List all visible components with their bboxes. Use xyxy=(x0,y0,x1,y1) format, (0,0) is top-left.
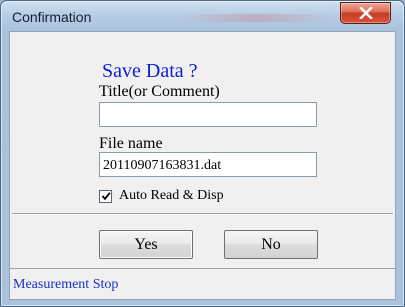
dialog-window: Confirmation Save Data ? Title(or Commen… xyxy=(0,0,405,307)
close-icon xyxy=(358,7,373,19)
title-bar[interactable]: Confirmation xyxy=(1,1,404,35)
check-icon xyxy=(101,192,111,201)
dialog-heading: Save Data ? xyxy=(102,60,198,82)
status-bar-divider xyxy=(10,268,395,269)
auto-read-checkbox[interactable] xyxy=(99,189,112,203)
auto-read-label: Auto Read & Disp xyxy=(119,188,224,203)
dialog-body: Save Data ? Title(or Comment) File name … xyxy=(9,31,396,300)
filename-input[interactable] xyxy=(99,152,317,177)
title-bar-glare xyxy=(181,14,331,22)
title-input[interactable] xyxy=(99,102,317,127)
yes-button[interactable]: Yes xyxy=(99,230,193,259)
status-text: Measurement Stop xyxy=(13,277,119,292)
no-button[interactable]: No xyxy=(224,230,318,259)
close-button[interactable] xyxy=(340,2,391,24)
window-title: Confirmation xyxy=(12,9,92,25)
filename-label: File name xyxy=(99,135,163,152)
divider xyxy=(12,213,393,215)
auto-read-option[interactable]: Auto Read & Disp xyxy=(99,188,224,204)
title-label: Title(or Comment) xyxy=(99,83,220,100)
